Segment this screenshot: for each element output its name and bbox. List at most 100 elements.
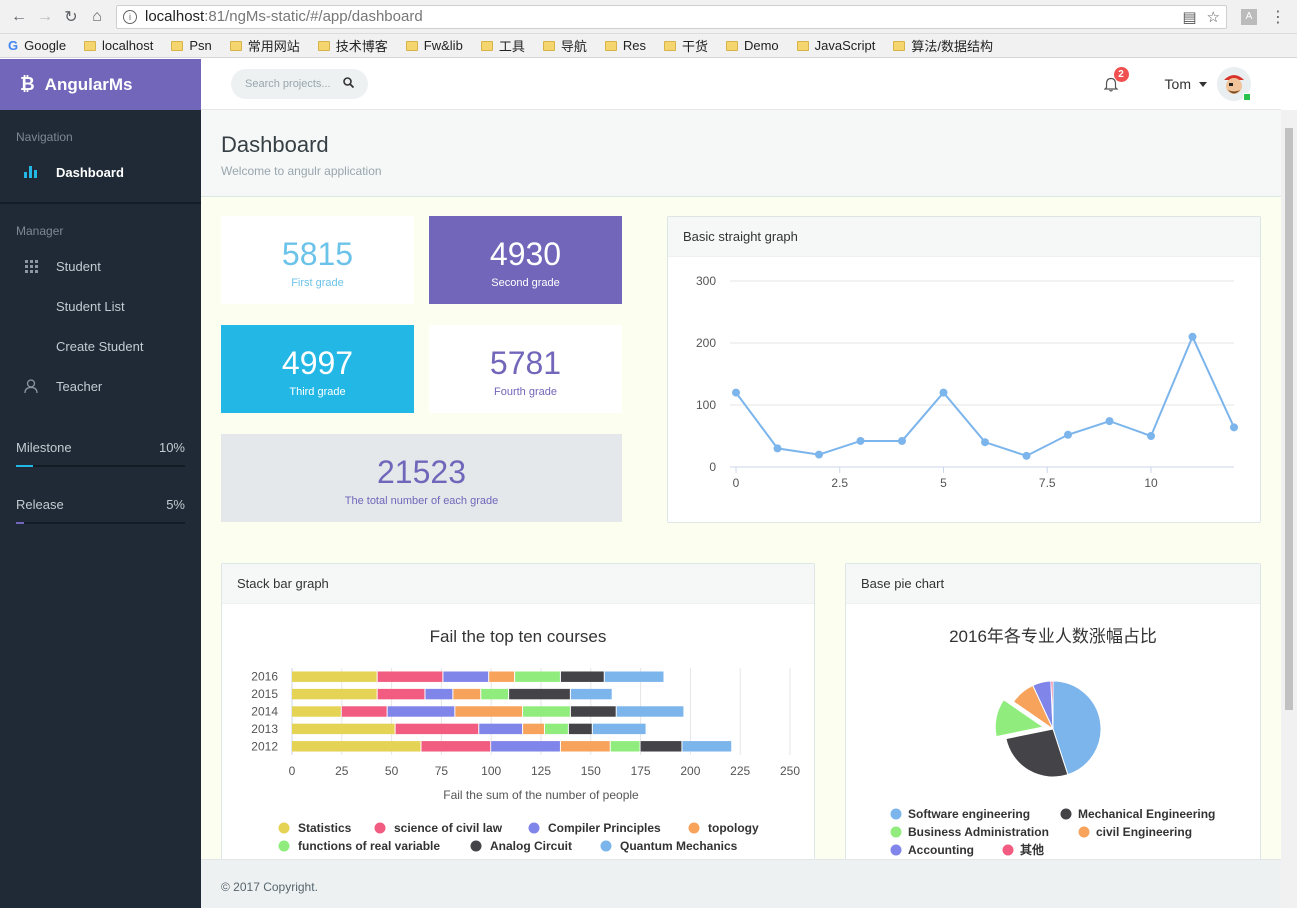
sidebar-item-student-list[interactable]: Student List	[0, 286, 201, 326]
progress-track	[16, 522, 185, 524]
legend-marker	[1002, 844, 1014, 856]
bookmark-item[interactable]: JavaScript	[796, 38, 875, 53]
bookmark-label: Google	[24, 38, 67, 53]
stat-label: First grade	[291, 277, 344, 289]
brand[interactable]: ₿ AngularMs	[0, 59, 201, 110]
scrollbar[interactable]	[1281, 110, 1297, 908]
sidebar-item-label: Dashboard	[56, 164, 124, 180]
legend-marker	[890, 808, 902, 820]
stat-card-third-grade[interactable]: 4997 Third grade	[221, 325, 414, 413]
translate-icon[interactable]: ▤	[1182, 8, 1196, 26]
bookmark-item[interactable]: Demo	[725, 38, 779, 53]
legend-marker	[600, 840, 612, 852]
sidebar-item-create-student[interactable]: Create Student	[0, 326, 201, 366]
scrollbar-thumb[interactable]	[1285, 128, 1293, 710]
home-icon[interactable]: ⌂	[84, 4, 110, 30]
url-path: :81/ngMs-static/#/app/dashboard	[204, 8, 423, 25]
x-tick-label: 0	[289, 764, 296, 778]
search-icon[interactable]	[343, 77, 355, 91]
data-point	[1230, 423, 1238, 432]
folder-icon	[229, 40, 242, 51]
x-tick-label: 0	[733, 476, 740, 490]
legend-marker	[688, 822, 700, 834]
bookmark-label: Fw&lib	[423, 38, 463, 53]
stat-card-fourth-grade[interactable]: 5781 Fourth grade	[429, 325, 622, 413]
x-tick-label: 50	[385, 764, 399, 778]
line-chart-panel: Basic straight graph 0 100 200 300 0 2.5 5 7.5 1…	[667, 216, 1261, 523]
bookmark-item[interactable]: 算法/数据结构	[893, 36, 993, 55]
bookmark-item[interactable]: 导航	[542, 36, 587, 55]
brand-name: AngularMs	[44, 74, 133, 94]
forward-icon[interactable]: →	[32, 4, 58, 30]
panel-title: Stack bar graph	[222, 564, 814, 604]
bar-segment	[515, 671, 560, 682]
legend-item: 其他	[1020, 842, 1044, 857]
legend-item: Mechanical Engineering	[1078, 807, 1215, 821]
y-tick-label: 100	[696, 398, 716, 412]
reload-icon[interactable]: ↻	[58, 4, 84, 30]
x-tick-label: 7.5	[1039, 476, 1056, 490]
chart-title: 2016年各专业人数涨幅占比	[949, 627, 1157, 646]
notification-bell[interactable]: 2	[1101, 67, 1129, 94]
legend-item: topology	[708, 821, 759, 835]
main-content: Search projects... 2 Tom Dashboard Welco…	[201, 59, 1281, 908]
bookmark-item[interactable]: Fw&lib	[405, 38, 463, 53]
bar-chart-panel: Stack bar graph Fail the top ten courses…	[221, 563, 815, 863]
data-point	[1022, 451, 1031, 460]
user-name[interactable]: Tom	[1165, 76, 1191, 92]
bookmark-item[interactable]: localhost	[84, 38, 153, 53]
search-input[interactable]: Search projects...	[231, 69, 368, 99]
stat-card-first-grade[interactable]: 5815 First grade	[221, 216, 414, 304]
stat-card-second-grade[interactable]: 4930 Second grade	[429, 216, 622, 304]
sidebar-item-teacher[interactable]: Teacher	[0, 366, 201, 406]
x-tick-label: 5	[940, 476, 947, 490]
bookmark-item[interactable]: Psn	[171, 38, 212, 53]
legend-marker	[1060, 808, 1072, 820]
footer: © 2017 Copyright.	[201, 859, 1281, 908]
data-point	[898, 436, 906, 445]
chevron-down-icon[interactable]	[1199, 81, 1207, 87]
bookmark-item[interactable]: G Google	[8, 38, 66, 53]
legend-marker	[278, 840, 290, 852]
grid-icon	[22, 259, 40, 273]
bookmark-label: 技术博客	[335, 39, 388, 54]
y-tick-label: 0	[709, 460, 716, 474]
extension-icon[interactable]: A	[1241, 8, 1257, 25]
bar-segment	[604, 671, 664, 682]
legend-marker	[1078, 826, 1090, 838]
bar-segment	[489, 671, 515, 682]
star-icon[interactable]: ☆	[1207, 8, 1220, 26]
bookmark-label: 算法/数据结构	[911, 39, 993, 54]
data-point	[1147, 432, 1155, 440]
bar-segment	[568, 723, 592, 735]
x-tick-label: 2.5	[831, 476, 848, 490]
sidebar-item-student[interactable]: Student	[0, 246, 201, 286]
bookmark-item[interactable]: 工具	[480, 36, 525, 55]
legend-marker	[374, 822, 386, 834]
bar-segment	[523, 723, 544, 735]
bar-segment	[387, 706, 455, 717]
bookmark-item[interactable]: Res	[604, 38, 646, 53]
bookmark-item[interactable]: 技术博客	[317, 36, 388, 55]
progress-value: 5%	[166, 497, 185, 512]
bar-segment	[560, 671, 604, 682]
address-bar[interactable]: i localhost:81/ngMs-static/#/app/dashboa…	[116, 4, 1227, 29]
manager-section-title: Manager	[16, 224, 64, 238]
bar-segment	[292, 688, 377, 700]
x-tick-label: 10	[1144, 476, 1158, 490]
stat-card-total[interactable]: 21523 The total number of each grade	[221, 434, 622, 522]
bar-segment	[570, 706, 616, 717]
info-icon[interactable]: i	[123, 9, 137, 24]
bookmark-item[interactable]: 干货	[663, 36, 708, 55]
sidebar-item-dashboard[interactable]: Dashboard	[0, 152, 201, 192]
back-icon[interactable]: ←	[6, 4, 32, 30]
bookmark-item[interactable]: 常用网站	[229, 36, 300, 55]
data-point	[1064, 430, 1072, 439]
x-tick-label: 200	[680, 764, 700, 778]
menu-icon[interactable]: ⋮	[1265, 4, 1291, 30]
avatar[interactable]	[1217, 67, 1251, 101]
bookmark-label: Psn	[189, 38, 212, 53]
data-point	[1188, 332, 1197, 341]
panel-title: Basic straight graph	[668, 217, 1260, 257]
y-tick-label: 2016	[251, 670, 278, 684]
